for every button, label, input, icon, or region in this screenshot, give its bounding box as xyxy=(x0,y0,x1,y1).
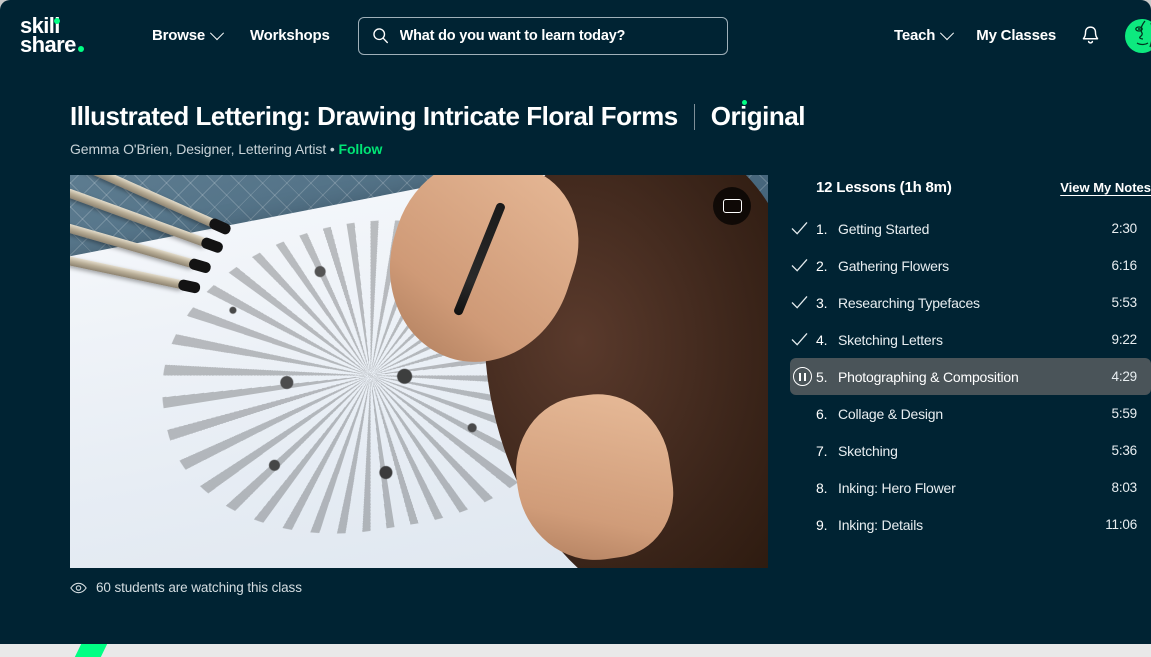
course-title-text: Illustrated Lettering: Drawing Intricate… xyxy=(70,101,678,132)
lesson-title: Sketching xyxy=(838,443,1112,459)
lesson-number: 3. xyxy=(816,295,838,311)
lesson-number: 5. xyxy=(816,369,838,385)
secondary-nav: Teach My Classes xyxy=(894,19,1151,53)
page-title: Illustrated Lettering: Drawing Intricate… xyxy=(70,101,1151,132)
lesson-completed-check-icon xyxy=(790,258,816,273)
view-my-notes-link[interactable]: View My Notes xyxy=(1060,180,1151,195)
original-badge-dot-icon xyxy=(742,100,747,105)
lesson-duration: 9:22 xyxy=(1112,332,1137,347)
lesson-number: 6. xyxy=(816,406,838,422)
logo-line-2: share xyxy=(20,36,116,55)
lesson-title: Sketching Letters xyxy=(838,332,1112,348)
lesson-number: 7. xyxy=(816,443,838,459)
picture-in-picture-button[interactable] xyxy=(713,187,751,225)
lessons-count-label: 12 Lessons (1h 8m) xyxy=(816,179,952,196)
lesson-duration: 2:30 xyxy=(1112,221,1137,236)
nav-item-my-classes-label: My Classes xyxy=(976,27,1056,44)
notification-bell-icon[interactable] xyxy=(1080,24,1101,47)
lesson-completed-check-icon xyxy=(790,332,816,347)
lesson-completed-check-icon xyxy=(790,221,816,236)
nav-item-teach-label: Teach xyxy=(894,27,935,44)
main-content: 60 students are watching this class 12 L… xyxy=(0,157,1151,595)
picture-in-picture-icon xyxy=(723,199,742,213)
lesson-duration: 5:59 xyxy=(1112,406,1137,421)
search-bar[interactable] xyxy=(358,17,728,55)
search-icon xyxy=(372,27,389,44)
byline-separator: • xyxy=(330,141,335,157)
lesson-title: Getting Started xyxy=(838,221,1112,237)
lesson-duration: 4:29 xyxy=(1112,369,1137,384)
primary-nav: Browse Workshops xyxy=(152,27,330,44)
pen-set xyxy=(77,183,287,333)
lesson-row[interactable]: 1.Getting Started2:30 xyxy=(790,210,1151,247)
lesson-number: 2. xyxy=(816,258,838,274)
nav-item-teach[interactable]: Teach xyxy=(894,27,952,44)
chevron-down-icon xyxy=(210,26,224,40)
lessons-list: 1.Getting Started2:30 2.Gathering Flowers… xyxy=(816,210,1151,543)
course-header: Illustrated Lettering: Drawing Intricate… xyxy=(0,71,1151,157)
lesson-row[interactable]: 9.Inking: Details11:06 xyxy=(790,506,1151,543)
follow-button[interactable]: Follow xyxy=(339,141,383,157)
video-column: 60 students are watching this class xyxy=(70,175,768,595)
lesson-row[interactable]: 7.Sketching5:36 xyxy=(790,432,1151,469)
lesson-row[interactable]: 5.Photographing & Composition4:29 xyxy=(790,358,1151,395)
nav-item-browse-label: Browse xyxy=(152,27,205,44)
lesson-row[interactable]: 8.Inking: Hero Flower8:03 xyxy=(790,469,1151,506)
avatar-face-icon xyxy=(1125,19,1151,53)
lesson-row[interactable]: 4.Sketching Letters9:22 xyxy=(790,321,1151,358)
nav-item-my-classes[interactable]: My Classes xyxy=(976,27,1056,44)
avatar[interactable] xyxy=(1125,19,1151,53)
lesson-row[interactable]: 6.Collage & Design5:59 xyxy=(790,395,1151,432)
white-section xyxy=(0,644,1151,657)
lesson-title: Researching Typefaces xyxy=(838,295,1112,311)
lesson-title: Inking: Details xyxy=(838,517,1105,533)
lessons-panel: 12 Lessons (1h 8m) View My Notes 1.Getti… xyxy=(816,175,1151,595)
lesson-title: Collage & Design xyxy=(838,406,1112,422)
watching-status: 60 students are watching this class xyxy=(70,580,768,595)
lesson-duration: 11:06 xyxy=(1105,517,1137,532)
lesson-number: 4. xyxy=(816,332,838,348)
nav-item-workshops[interactable]: Workshops xyxy=(250,27,330,44)
lesson-row[interactable]: 2.Gathering Flowers6:16 xyxy=(790,247,1151,284)
lesson-number: 8. xyxy=(816,480,838,496)
course-byline: Gemma O'Brien, Designer, Lettering Artis… xyxy=(70,141,1151,157)
logo-dot-icon xyxy=(54,18,60,24)
eye-icon xyxy=(70,582,87,594)
lesson-number: 9. xyxy=(816,517,838,533)
original-badge-text: Original xyxy=(711,101,805,131)
site-header: skill share Browse Workshops Teach xyxy=(0,0,1151,71)
watching-text: 60 students are watching this class xyxy=(96,580,302,595)
logo-line-2-text: share xyxy=(20,32,76,57)
lesson-row[interactable]: 3.Researching Typefaces5:53 xyxy=(790,284,1151,321)
lesson-title: Gathering Flowers xyxy=(838,258,1112,274)
lesson-duration: 6:16 xyxy=(1112,258,1137,273)
chevron-down-icon xyxy=(940,26,954,40)
lesson-duration: 5:36 xyxy=(1112,443,1137,458)
nav-item-workshops-label: Workshops xyxy=(250,27,330,44)
lesson-duration: 5:53 xyxy=(1112,295,1137,310)
lesson-title: Photographing & Composition xyxy=(838,369,1112,385)
video-player[interactable] xyxy=(70,175,768,568)
skillshare-logo[interactable]: skill share xyxy=(20,17,116,55)
author-name: Gemma O'Brien, Designer, Lettering Artis… xyxy=(70,141,326,157)
lesson-playing-pause-icon xyxy=(790,367,816,386)
lesson-number: 1. xyxy=(816,221,838,237)
lesson-completed-check-icon xyxy=(790,295,816,310)
original-badge: Original xyxy=(711,101,805,132)
nav-item-browse[interactable]: Browse xyxy=(152,27,222,44)
lessons-panel-header: 12 Lessons (1h 8m) View My Notes xyxy=(816,179,1151,196)
lesson-title: Inking: Hero Flower xyxy=(838,480,1112,496)
page-bottom-strip xyxy=(0,644,1151,657)
logo-period-icon xyxy=(78,46,84,52)
lesson-duration: 8:03 xyxy=(1112,480,1137,495)
title-divider xyxy=(694,104,695,130)
page-root: skill share Browse Workshops Teach xyxy=(0,0,1151,644)
search-input[interactable] xyxy=(400,28,714,44)
